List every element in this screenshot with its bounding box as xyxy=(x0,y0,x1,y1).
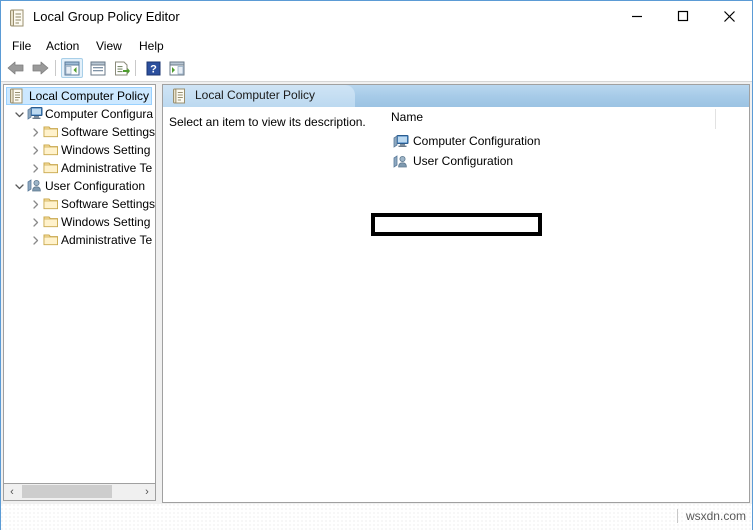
computer-icon xyxy=(27,106,43,122)
chevron-down-icon[interactable] xyxy=(12,177,26,195)
chevron-right-icon[interactable] xyxy=(28,213,42,231)
tree-item-administrative-templates-user[interactable]: Administrative Te xyxy=(4,231,155,249)
policy-scroll-icon xyxy=(173,88,187,104)
forward-icon xyxy=(32,61,49,75)
export-list-button[interactable] xyxy=(111,58,133,78)
computer-icon xyxy=(393,134,409,150)
help-icon: ? xyxy=(146,61,160,75)
tree-item-label: Software Settings xyxy=(61,197,156,211)
list-item-label: User Configuration xyxy=(413,154,514,168)
close-icon xyxy=(723,10,735,22)
help-button[interactable]: ? xyxy=(142,58,164,78)
menu-item-view[interactable]: View xyxy=(91,38,127,54)
column-separator[interactable] xyxy=(715,109,716,129)
tree-item-label: Local Computer Policy xyxy=(29,89,150,103)
tree-item-label: Administrative Te xyxy=(61,233,153,247)
toolbar: ? xyxy=(1,55,752,82)
tree-item-label: User Configuration xyxy=(45,179,146,193)
tree-item-software-settings-computer[interactable]: Software Settings xyxy=(4,123,155,141)
chevron-right-icon[interactable] xyxy=(28,123,42,141)
tree-item-software-settings-user[interactable]: Software Settings xyxy=(4,195,155,213)
results-pane: Local Computer Policy Select an item to … xyxy=(162,84,750,503)
tree-item-windows-settings-user[interactable]: Windows Setting xyxy=(4,213,155,231)
folder-icon xyxy=(43,214,59,230)
folder-icon xyxy=(43,160,59,176)
tree-item-label: Computer Configura xyxy=(45,107,154,121)
properties-icon xyxy=(90,61,106,75)
pane-tab-label: Local Computer Policy xyxy=(195,88,316,102)
tree-item-label: Windows Setting xyxy=(61,215,151,229)
column-header-name[interactable]: Name xyxy=(391,110,423,124)
menu-item-file[interactable]: File xyxy=(7,38,36,54)
tree-item-administrative-templates-computer[interactable]: Administrative Te xyxy=(4,159,155,177)
list-item-label: Computer Configuration xyxy=(413,134,541,148)
policy-scroll-icon xyxy=(10,9,26,27)
scroll-left-arrow[interactable]: ‹ xyxy=(4,484,20,499)
forward-button[interactable] xyxy=(29,58,51,78)
folder-icon xyxy=(43,196,59,212)
tree-item-windows-settings-computer[interactable]: Windows Setting xyxy=(4,141,155,159)
user-icon xyxy=(393,154,409,170)
status-bar: wsxdn.com xyxy=(1,504,752,530)
minimize-icon xyxy=(632,15,642,18)
chevron-right-icon[interactable] xyxy=(28,195,42,213)
local-group-policy-editor-window: Local Group Policy Editor File Action Vi… xyxy=(0,0,753,530)
menu-item-help[interactable]: Help xyxy=(134,38,169,54)
svg-text:?: ? xyxy=(150,63,157,75)
user-icon xyxy=(27,178,43,194)
content-area: Local Computer Policy Computer Configura… xyxy=(1,82,752,530)
close-button[interactable] xyxy=(706,1,752,31)
list-column: Name Computer Configuration User Configu… xyxy=(385,107,749,502)
title-bar: Local Group Policy Editor xyxy=(1,1,752,37)
tree-item-label: Software Settings xyxy=(61,125,156,139)
folder-icon xyxy=(43,232,59,248)
pane-tab-local-computer-policy[interactable]: Local Computer Policy xyxy=(163,85,355,107)
tree-item-local-computer-policy[interactable]: Local Computer Policy xyxy=(4,87,155,105)
console-tree-pane[interactable]: Local Computer Policy Computer Configura… xyxy=(3,84,156,484)
chevron-down-icon[interactable] xyxy=(12,105,26,123)
maximize-icon xyxy=(677,10,689,22)
show-hide-action-pane-button[interactable] xyxy=(166,58,188,78)
menu-bar: File Action View Help xyxy=(1,37,752,55)
chevron-right-icon[interactable] xyxy=(28,231,42,249)
scrollbar-thumb[interactable] xyxy=(22,485,112,498)
show-hide-console-tree-button[interactable] xyxy=(61,58,83,78)
tree-item-computer-configuration[interactable]: Computer Configura xyxy=(4,105,155,123)
tree-item-label: Administrative Te xyxy=(61,161,153,175)
list-column-header[interactable]: Name xyxy=(385,107,749,129)
back-icon xyxy=(7,61,24,75)
folder-icon xyxy=(43,124,59,140)
properties-button[interactable] xyxy=(87,58,109,78)
tree-item-label: Windows Setting xyxy=(61,143,151,157)
maximize-button[interactable] xyxy=(660,1,706,31)
window-title: Local Group Policy Editor xyxy=(33,9,180,24)
tree-item-user-configuration[interactable]: User Configuration xyxy=(4,177,155,195)
pane-header-bar: Local Computer Policy xyxy=(163,85,749,107)
export-list-icon xyxy=(115,61,130,75)
description-text: Select an item to view its description. xyxy=(169,115,366,129)
policy-scroll-icon xyxy=(10,88,26,104)
tree-horizontal-scrollbar[interactable]: ‹ › xyxy=(3,484,156,501)
chevron-right-icon[interactable] xyxy=(28,159,42,177)
chevron-right-icon[interactable] xyxy=(28,141,42,159)
scroll-right-arrow[interactable]: › xyxy=(139,484,155,499)
folder-icon xyxy=(43,142,59,158)
show-hide-action-pane-icon xyxy=(169,61,185,75)
description-column: Select an item to view its description. xyxy=(163,107,385,502)
toolbar-separator xyxy=(55,60,56,76)
watermark-text: wsxdn.com xyxy=(676,509,746,523)
back-button[interactable] xyxy=(5,58,27,78)
menu-item-action[interactable]: Action xyxy=(41,38,84,54)
show-hide-console-tree-icon xyxy=(64,61,80,75)
toolbar-separator xyxy=(135,60,136,76)
minimize-button[interactable] xyxy=(614,1,660,31)
